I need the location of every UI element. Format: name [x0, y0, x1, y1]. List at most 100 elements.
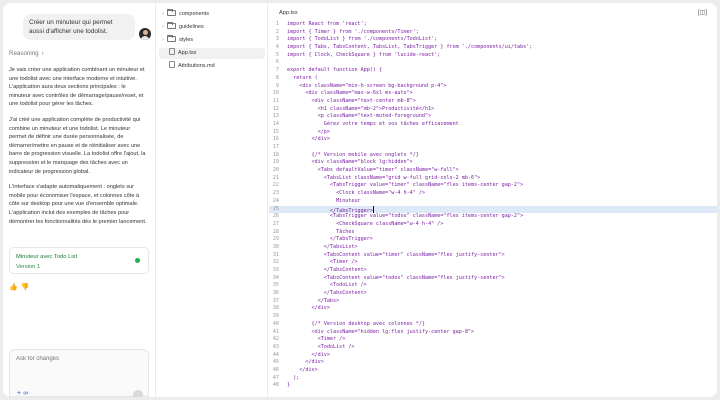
code-line[interactable]: 31 <TabsContent value="timer" className=…	[269, 252, 717, 260]
code-text: );	[287, 374, 300, 381]
text-cursor	[372, 205, 374, 213]
code-line[interactable]: 3 import { TodoList } from './components/…	[269, 36, 717, 44]
code-text: import { TodoList } from './components/T…	[287, 36, 438, 43]
code-text: <p className="text-muted-foreground">	[287, 113, 432, 120]
code-line[interactable]: 48}	[269, 382, 717, 390]
code-line[interactable]: 6	[269, 59, 717, 67]
ask-for-changes-input[interactable]	[16, 356, 136, 362]
code-line[interactable]: 30 </TabsList>	[269, 244, 717, 252]
code-line[interactable]: 42 <Timer />	[269, 336, 717, 344]
code-line[interactable]: 43 <TodoList />	[269, 344, 717, 352]
line-number: 3	[275, 36, 279, 43]
thumbs-up-icon[interactable]: 👍	[9, 284, 21, 291]
code-line[interactable]: 35 <TodoList />	[269, 282, 717, 290]
code-line[interactable]: 22 <TabsTrigger value="timer" className=…	[269, 182, 717, 190]
code-text: <div className="hidden lg:flex justify-c…	[287, 328, 475, 335]
code-text: }	[287, 382, 291, 389]
code-line[interactable]: 21 <TabsList className="grid w-full grid…	[269, 175, 717, 183]
code-line[interactable]: 29 </TabsTrigger>	[269, 236, 717, 244]
line-number: 31	[272, 251, 279, 258]
code-line[interactable]: 38 </div>	[269, 305, 717, 313]
code-line[interactable]: 36 </TabsContent>	[269, 290, 717, 298]
code-line[interactable]: 47 );	[269, 375, 717, 383]
code-line[interactable]: 17	[269, 144, 717, 152]
code-line[interactable]: 34 <TabsContent value="todos" className=…	[269, 275, 717, 283]
send-button[interactable]: ↑	[133, 390, 143, 397]
line-number: 2	[275, 28, 279, 35]
code-line[interactable]: 33 </TabsContent>	[269, 267, 717, 275]
code-line[interactable]: 9 <div className="min-h-screen bg-backgr…	[269, 83, 717, 91]
chevron-right-icon: ›	[162, 37, 164, 43]
code-line[interactable]: 2 import { Timer } from './components/Tim…	[269, 29, 717, 37]
line-number: 22	[272, 182, 279, 189]
line-number: 28	[272, 228, 279, 235]
code-line[interactable]: 26 <TabsTrigger value="todos" className=…	[269, 213, 717, 221]
thumbs-down-icon[interactable]: 👎	[21, 284, 33, 291]
code-line[interactable]: 15 </p>	[269, 129, 717, 137]
code-line[interactable]: 39	[269, 313, 717, 321]
code-text: {/* Version mobile avec onglets */}	[287, 151, 419, 158]
code-line[interactable]: 18 {/* Version mobile avec onglets */}	[269, 152, 717, 160]
code-line[interactable]: 19 <div className="block lg:hidden">	[269, 159, 717, 167]
code-text: Tâches	[287, 228, 355, 235]
app-window: Créer un minuteur qui permet aussi d'aff…	[3, 3, 717, 397]
tree-item-app-tsx[interactable]: App.tsx	[159, 48, 265, 59]
code-editor[interactable]: App.tsx [◫] 1 import React from 'react'; 2…	[269, 3, 717, 397]
code-line[interactable]: 12 <h1 className="mb-2">Productivité</h1…	[269, 106, 717, 114]
code-line[interactable]: 11 <div className="text-center mb-8">	[269, 98, 717, 106]
sidebar-toggle-icon[interactable]: [◫]	[698, 9, 707, 16]
code-line[interactable]: 20 <Tabs defaultValue="timer" className=…	[269, 167, 717, 175]
version-card[interactable]: Minuteur avec Todo List Version 1	[9, 247, 149, 274]
user-message: Créer un minuteur qui permet aussi d'aff…	[23, 14, 135, 40]
line-number: 39	[272, 313, 279, 320]
code-text: <div className="text-center mb-8">	[287, 97, 416, 104]
code-line[interactable]: 1 import React from 'react';	[269, 21, 717, 29]
line-number: 45	[272, 359, 279, 366]
code-line[interactable]: 8 return (	[269, 75, 717, 83]
line-number: 17	[272, 144, 279, 150]
line-number: 43	[272, 343, 279, 350]
code-line[interactable]: 41 <div className="hidden lg:flex justif…	[269, 329, 717, 337]
file-icon	[169, 48, 175, 55]
line-number: 26	[272, 213, 279, 220]
line-number: 4	[275, 44, 279, 51]
tree-item-guidelines[interactable]: › guidelines	[159, 22, 265, 33]
assistant-paragraph: J'ai créé une application complète de pr…	[9, 116, 146, 175]
line-number: 9	[275, 82, 279, 89]
line-number: 36	[272, 290, 279, 297]
code-line[interactable]: 44 </div>	[269, 352, 717, 360]
code-line[interactable]: 40 {/* Version desktop avec colonnes */}	[269, 321, 717, 329]
code-line[interactable]: 10 <div className="max-w-6xl mx-auto">	[269, 90, 717, 98]
tree-item-label: Attributions.md	[178, 63, 215, 69]
code-line[interactable]: 24 Minuteur	[269, 198, 717, 206]
code-line[interactable]: 7 export default function App() {	[269, 67, 717, 75]
active-status-dot	[135, 258, 140, 263]
code-line[interactable]: 45 </div>	[269, 359, 717, 367]
line-number: 47	[272, 374, 279, 381]
code-line[interactable]: 27 <CheckSquare className="w-4 h-4" />	[269, 221, 717, 229]
reasoning-toggle[interactable]: Reasoning ›	[9, 50, 44, 57]
code-line[interactable]: 32 <Timer />	[269, 259, 717, 267]
code-line[interactable]: 5 import { Clock, CheckSquare } from 'luc…	[269, 52, 717, 60]
tree-item-styles[interactable]: › styles	[159, 35, 265, 46]
code-line[interactable]: 46 </div>	[269, 367, 717, 375]
code-line[interactable]: 16 </div>	[269, 136, 717, 144]
folder-icon	[167, 22, 176, 29]
tree-item-attributions[interactable]: Attributions.md	[159, 61, 265, 72]
code-line[interactable]: 37 </Tabs>	[269, 298, 717, 306]
code-line[interactable]: 23 <Clock className="w-4 h-4" />	[269, 190, 717, 198]
code-line[interactable]: 25 </TabsTrigger>	[269, 205, 717, 214]
tree-item-components[interactable]: › components	[159, 9, 265, 20]
code-area[interactable]: 1 import React from 'react'; 2 import { Tim…	[269, 21, 717, 390]
code-line[interactable]: 4 import { Tabs, TabsContent, TabsList, T…	[269, 44, 717, 52]
line-number: 42	[272, 336, 279, 343]
code-line[interactable]: 28 Tâches	[269, 229, 717, 237]
tree-item-label: guidelines	[179, 24, 204, 30]
input-tools: +∞	[17, 390, 30, 397]
code-text: import React from 'react';	[287, 21, 367, 27]
attach-icon[interactable]: ∞	[23, 390, 30, 397]
code-text: <TabsContent value="todos" className="fl…	[287, 274, 505, 281]
code-line[interactable]: 13 <p className="text-muted-foreground">	[269, 113, 717, 121]
tree-item-label: styles	[179, 37, 194, 43]
code-line[interactable]: 14 Gérez votre temps et vos tâches effic…	[269, 121, 717, 129]
